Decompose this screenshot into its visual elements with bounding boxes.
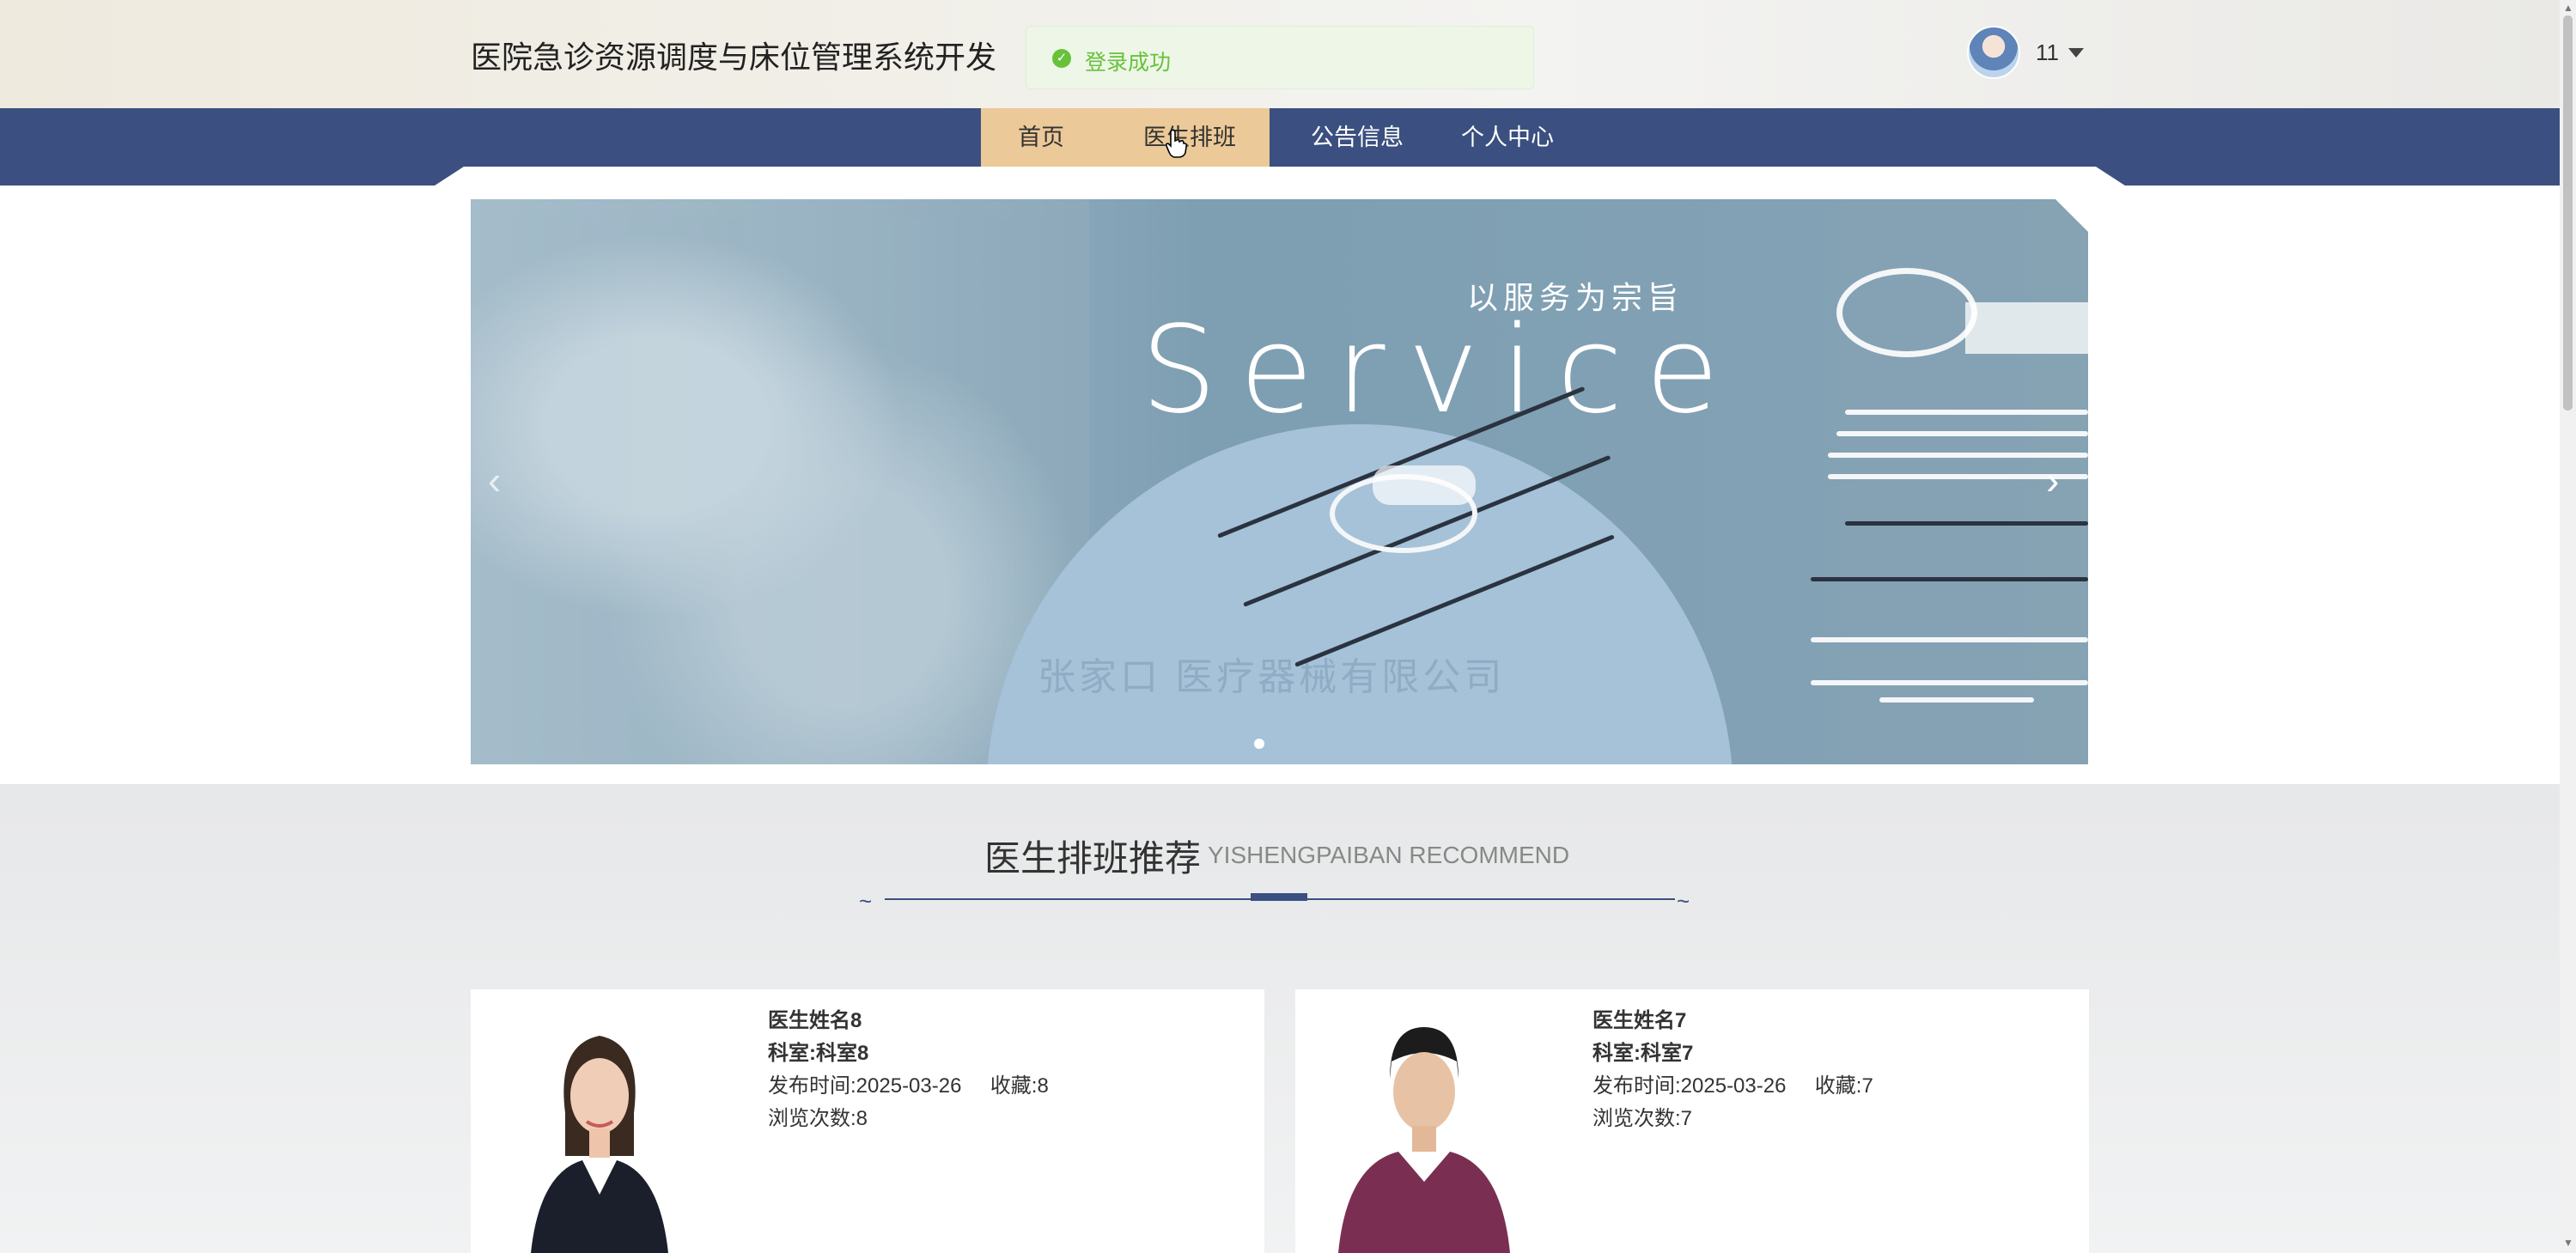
banner-photo-surgeons [471, 199, 1089, 764]
success-toast: ✓ 登录成功 [1026, 26, 1534, 89]
scroll-up-arrow-icon[interactable]: ▲ [2563, 2, 2573, 14]
scroll-down-arrow-icon[interactable]: ▼ [2563, 1237, 2573, 1249]
doctor-department: 科室:科室8 [768, 1042, 869, 1065]
views-count: 7 [1680, 1107, 1693, 1130]
chevron-left-icon[interactable]: ‹ [488, 457, 501, 503]
catheter-illustration [1811, 680, 2088, 685]
banner-watermark: 张家口 医疗器械有限公司 [1038, 656, 1506, 698]
catheter-illustration [1811, 637, 2088, 642]
publish-label: 发布时间: [768, 1074, 856, 1098]
views-label: 浏览次数: [768, 1107, 856, 1130]
banner-circle [986, 424, 1733, 764]
doctor-views: 浏览次数:7 [1592, 1103, 1873, 1135]
doctor-card[interactable]: 医生姓名8 科室:科室8 发布时间:2025-03-26 收藏:8 浏览次数:8 [471, 989, 1264, 1253]
hand-cursor-icon [1165, 129, 1187, 158]
catheter-illustration [1811, 577, 2088, 581]
chevron-right-icon[interactable]: › [2046, 457, 2059, 503]
doctor-name: 医生姓名8 [768, 1009, 862, 1032]
favorite-label: 收藏: [990, 1074, 1038, 1098]
check-circle-icon: ✓ [1052, 49, 1071, 68]
caret-down-icon[interactable] [2068, 48, 2084, 58]
catheter-illustration [1845, 521, 2088, 526]
doctor-card[interactable]: 医生姓名7 科室:科室7 发布时间:2025-03-26 收藏:7 浏览次数:7 [1295, 989, 2089, 1253]
carousel-dot-active[interactable] [1254, 739, 1264, 749]
favorite-count: 8 [1037, 1074, 1049, 1098]
nav-item-doctor-schedule[interactable]: 医生排班 [1117, 108, 1263, 167]
nav-item-profile[interactable]: 个人中心 [1443, 108, 1572, 167]
section-divider-mark [1251, 893, 1307, 901]
tubing-loop-illustration [1836, 268, 1977, 357]
doctor-meta: 发布时间:2025-03-26 收藏:8 [768, 1070, 1049, 1103]
user-avatar[interactable] [1967, 26, 2020, 79]
banner-headline: Service [1141, 301, 1742, 441]
catheter-illustration [1879, 697, 2034, 703]
favorite-count: 7 [1861, 1074, 1873, 1098]
device-illustration [1965, 302, 2088, 354]
top-header: 医院急诊资源调度与床位管理系统开发 ✓ 登录成功 11 [0, 0, 2560, 108]
doctor-name: 医生姓名7 [1592, 1009, 1687, 1032]
doctor-department: 科室:科室7 [1592, 1042, 1694, 1065]
banner-carousel[interactable]: 以服务为宗旨 Service 张家口 医疗器械有限公司 ‹ › [471, 199, 2088, 764]
views-label: 浏览次数: [1592, 1107, 1681, 1130]
publish-date: 2025-03-26 [856, 1074, 962, 1098]
doctor-meta: 发布时间:2025-03-26 收藏:7 [1592, 1070, 1873, 1103]
publish-label: 发布时间: [1592, 1074, 1681, 1098]
decorative-curl-left: ~ [859, 888, 873, 914]
nav-notch [429, 167, 2130, 189]
catheter-illustration [1845, 410, 2088, 415]
favorite-label: 收藏: [1814, 1074, 1862, 1098]
scrollbar-thumb[interactable] [2563, 15, 2573, 411]
site-title: 医院急诊资源调度与床位管理系统开发 [471, 40, 997, 75]
syringe-illustration [1373, 465, 1476, 505]
doctor-views: 浏览次数:8 [768, 1103, 1049, 1135]
nav-item-announcements[interactable]: 公告信息 [1288, 108, 1426, 167]
user-name[interactable]: 11 [2036, 40, 2059, 66]
doctor-photo[interactable] [505, 1010, 694, 1253]
publish-date: 2025-03-26 [1680, 1074, 1787, 1098]
decorative-curl-right: ~ [1677, 888, 1690, 914]
doctor-info: 医生姓名8 科室:科室8 发布时间:2025-03-26 收藏:8 浏览次数:8 [768, 1005, 1049, 1135]
doctor-info: 医生姓名7 科室:科室7 发布时间:2025-03-26 收藏:7 浏览次数:7 [1592, 1005, 1873, 1135]
nav-item-home[interactable]: 首页 [981, 108, 1101, 167]
doctor-photo[interactable] [1330, 1010, 1519, 1253]
section-subtitle: YISHENGPAIBAN RECOMMEND [1208, 842, 1570, 868]
catheter-illustration [1836, 431, 2088, 436]
toast-message: 登录成功 [1085, 51, 1172, 75]
section-title: 医生排班推荐 [984, 838, 1202, 879]
views-count: 8 [856, 1107, 868, 1130]
